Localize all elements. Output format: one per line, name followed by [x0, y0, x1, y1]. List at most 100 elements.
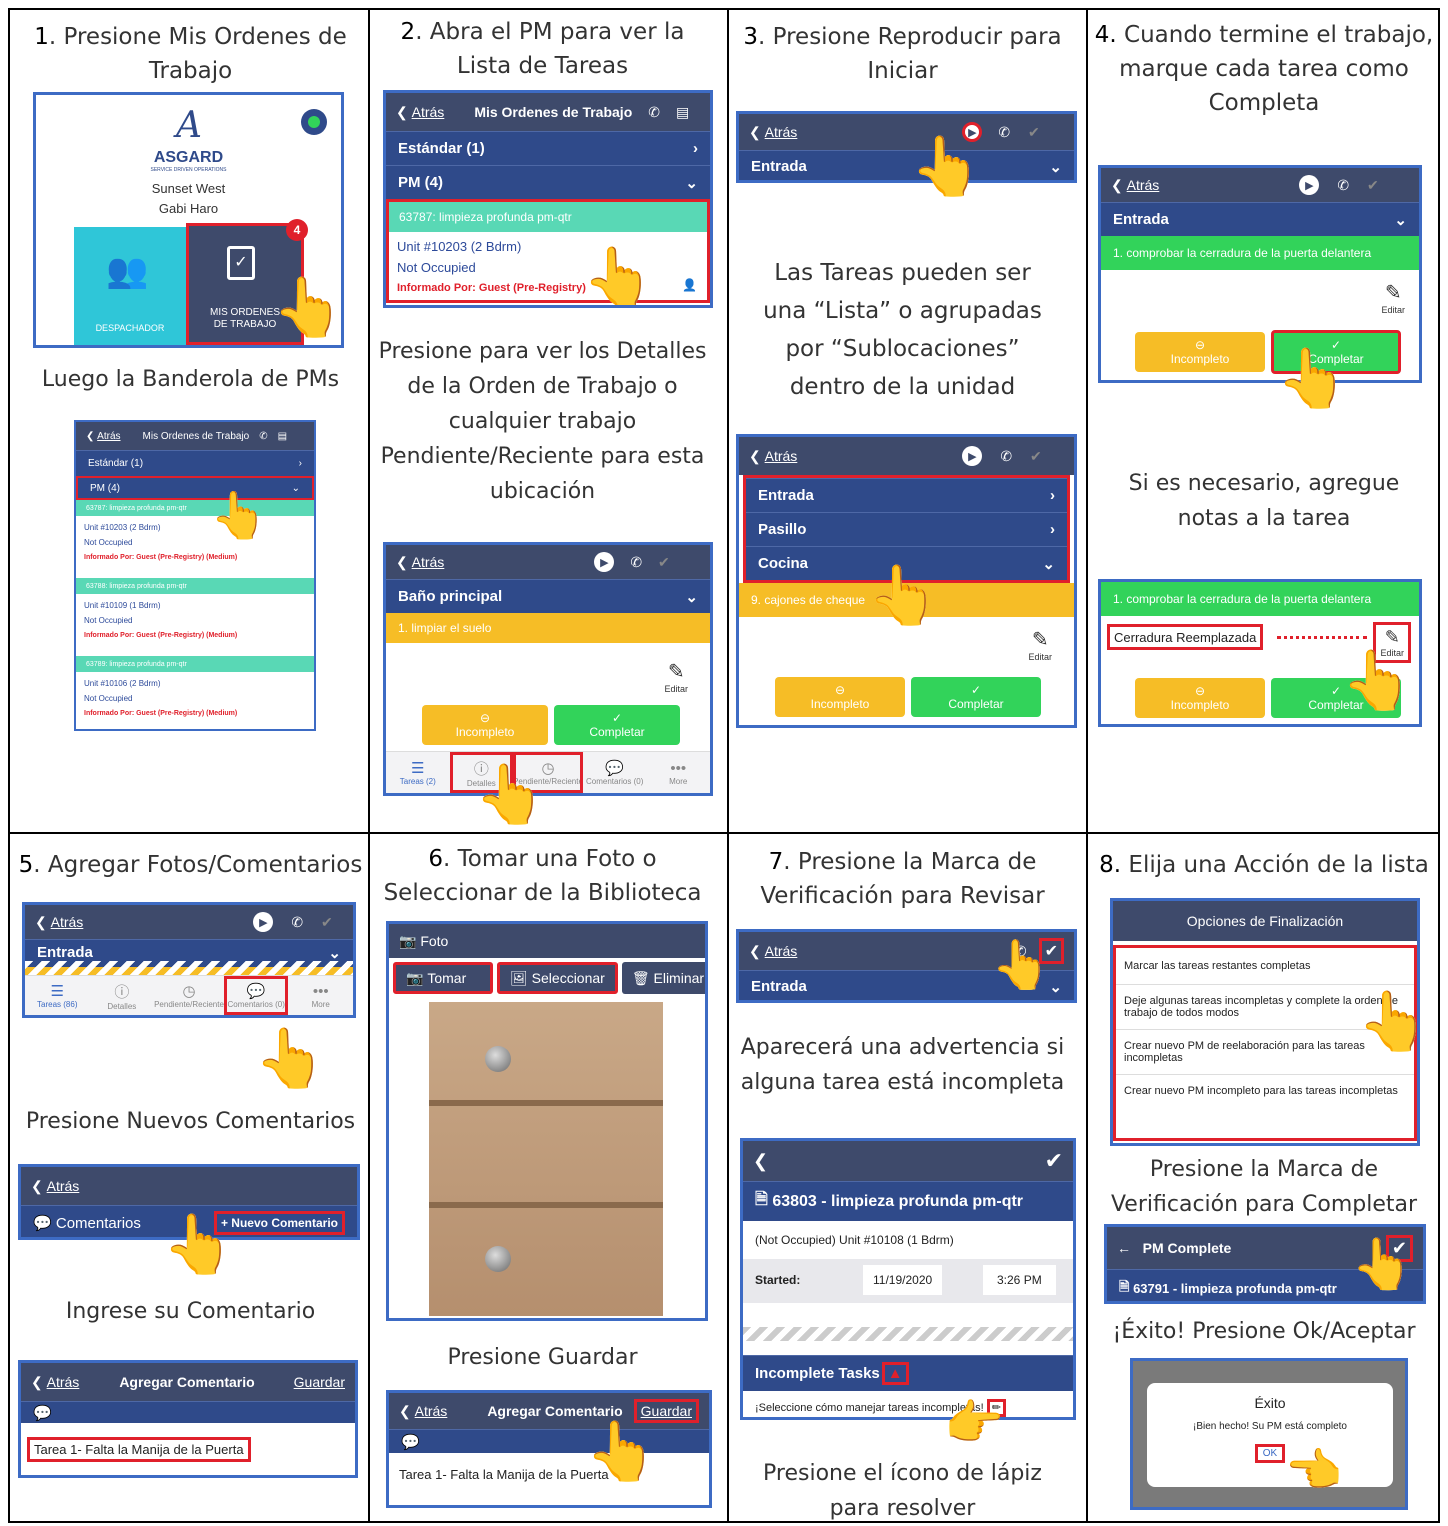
save-button[interactable]: Guardar	[294, 1374, 345, 1390]
back-chevron-icon[interactable]: ❮	[749, 124, 765, 141]
back-chevron-icon[interactable]: ❮	[86, 431, 97, 442]
phone-icon[interactable]: ✆	[998, 124, 1010, 141]
work-order-row[interactable]: 63787: limpieza profunda pm-qtr	[76, 500, 314, 516]
tab-tasks[interactable]: ☰ Tareas (2)	[386, 752, 450, 793]
select-photo-button[interactable]: 🖼 Seleccionar	[497, 962, 618, 994]
caption-8a: Presione la Marca de Verificación para Co…	[1110, 1157, 1418, 1217]
work-order-card[interactable]: Unit #10106 (2 Bdrm) Not Occupied Inform…	[76, 672, 314, 729]
phone-icon[interactable]: ✆	[1000, 448, 1012, 465]
tab-details[interactable]: ⓘ Detalles	[90, 976, 155, 1015]
work-order-row[interactable]: 63789: limpieza profunda pm-qtr	[76, 656, 314, 672]
back-chevron-icon[interactable]: ❮	[31, 1178, 47, 1195]
checkmark-icon[interactable]: ✔	[1367, 177, 1379, 194]
play-icon[interactable]: ▶	[962, 446, 983, 466]
delete-photo-button[interactable]: 🗑 Eliminar	[621, 962, 705, 994]
settings-icon[interactable]: ▤	[278, 431, 287, 442]
complete-button[interactable]: ✓ Completar	[911, 677, 1041, 717]
checkmark-icon[interactable]: ✔	[658, 554, 670, 571]
tab-comments[interactable]: 💬 Comentarios (0)	[583, 752, 647, 793]
started-date[interactable]: 11/19/2020	[863, 1265, 943, 1295]
back-chevron-icon[interactable]: ❮	[31, 1374, 47, 1391]
checkmark-icon[interactable]: ✔	[1030, 448, 1042, 465]
caption-2: Presione para ver los Detalles de la Orde…	[378, 339, 707, 504]
standard-section[interactable]: Estándar (1) ›	[386, 131, 710, 165]
pasillo-section[interactable]: Pasillo ›	[746, 512, 1067, 546]
sublocation-section[interactable]: Baño principal ⌄	[386, 579, 710, 613]
entrada-section[interactable]: Entrada ›	[746, 478, 1067, 512]
tab-tasks[interactable]: ☰ Tareas (86)	[25, 976, 90, 1015]
checkmark-icon[interactable]: ✔	[321, 914, 333, 931]
option-item[interactable]: Marcar las tareas restantes completas	[1116, 948, 1414, 985]
dispatcher-tile[interactable]: 👥 DESPACHADOR	[74, 227, 186, 345]
back-link[interactable]: Atrás	[765, 943, 798, 959]
work-order-card[interactable]: 63787: limpieza profunda pm-qtr Unit #10…	[386, 199, 710, 303]
back-chevron-icon[interactable]: ❮	[35, 914, 51, 931]
edit-button[interactable]: ✎ Editar	[664, 659, 688, 694]
edit-button[interactable]: ✎ Editar	[1028, 627, 1052, 662]
back-link[interactable]: Atrás	[412, 104, 445, 120]
back-link[interactable]: Atrás	[1127, 177, 1160, 193]
task-row[interactable]: 1. comprobar la cerradura de la puerta d…	[1101, 236, 1419, 270]
clock-icon[interactable]	[301, 109, 327, 135]
back-chevron-icon[interactable]: ❮	[749, 448, 765, 465]
back-link[interactable]: Atrás	[97, 431, 120, 442]
work-order-card[interactable]: Unit #10109 (1 Bdrm) Not Occupied Inform…	[76, 594, 314, 656]
divider	[368, 10, 370, 1521]
back-link[interactable]: Atrás	[765, 124, 798, 140]
incomplete-button[interactable]: ⊖ Incompleto	[775, 677, 905, 717]
play-icon[interactable]: ▶	[253, 912, 274, 932]
screen-title: Agregar Comentario	[119, 1374, 255, 1390]
back-chevron-icon[interactable]: ❮	[396, 554, 412, 571]
complete-button[interactable]: ✓ Completar	[554, 705, 680, 745]
checkmark-icon[interactable]: ✔	[1045, 1148, 1063, 1174]
back-link[interactable]: Atrás	[51, 914, 84, 930]
chevron-down-icon: ⌄	[1394, 211, 1407, 229]
more-icon: •••	[670, 759, 687, 777]
phone-icon[interactable]: ✆	[648, 104, 660, 121]
back-arrow-icon[interactable]: ←	[1117, 1240, 1143, 1256]
back-link[interactable]: Atrás	[765, 448, 798, 464]
tab-more[interactable]: ••• More	[646, 752, 710, 793]
play-icon[interactable]: ▶	[594, 552, 615, 572]
phone-icon[interactable]: ✆	[259, 431, 267, 442]
checkmark-icon[interactable]: ✔	[1028, 124, 1040, 141]
phone-icon[interactable]: ✆	[630, 554, 642, 571]
tab-more[interactable]: ••• More	[288, 976, 353, 1015]
ok-button[interactable]: OK	[1254, 1444, 1286, 1463]
tab-pending[interactable]: ◷ Pendiente/Reciente	[154, 976, 224, 1015]
back-chevron-icon[interactable]: ❮	[753, 1151, 768, 1172]
tab-comments[interactable]: 💬 Comentarios (0)	[223, 976, 289, 1015]
standard-section[interactable]: Estándar (1) ›	[76, 450, 314, 476]
entrada-section[interactable]: Entrada ⌄	[1101, 202, 1419, 236]
task-row[interactable]: 1. comprobar la cerradura de la puerta d…	[1101, 582, 1419, 616]
back-chevron-icon[interactable]: ❮	[396, 104, 412, 121]
settings-icon[interactable]: ▤	[676, 104, 689, 121]
work-order-card[interactable]: Unit #10203 (2 Bdrm) Not Occupied Inform…	[76, 516, 314, 578]
pm-section[interactable]: PM (4) ⌄	[76, 476, 314, 500]
caret-up-icon[interactable]: ▲	[881, 1362, 909, 1385]
entrada-section[interactable]: Entrada ⌄	[739, 150, 1074, 180]
edit-button[interactable]: ✎ Editar	[1381, 280, 1405, 315]
back-link[interactable]: Atrás	[47, 1178, 80, 1194]
comment-input[interactable]: Tarea 1- Falta la Manija de la Puerta	[389, 1453, 709, 1496]
back-link[interactable]: Atrás	[412, 554, 445, 570]
incomplete-button[interactable]: ⊖ Incompleto	[422, 705, 548, 745]
work-order-row[interactable]: 63788: limpieza profunda pm-qtr	[76, 578, 314, 594]
pm-section[interactable]: PM (4) ⌄	[386, 165, 710, 199]
task-row[interactable]: 1. limpiar el suelo	[386, 613, 710, 643]
phone-icon[interactable]: ✆	[291, 914, 303, 931]
take-photo-button[interactable]: 📷 Tomar	[393, 962, 493, 994]
back-link[interactable]: Atrás	[47, 1374, 80, 1390]
incomplete-button[interactable]: ⊖ Incompleto	[1135, 332, 1265, 372]
back-link[interactable]: Atrás	[415, 1403, 448, 1419]
back-chevron-icon[interactable]: ❮	[399, 1403, 415, 1420]
option-item[interactable]: Crear nuevo PM incompleto para las tarea…	[1116, 1075, 1414, 1107]
comment-input[interactable]: Tarea 1- Falta la Manija de la Puerta	[27, 1437, 251, 1462]
incomplete-button[interactable]: ⊖ Incompleto	[1135, 678, 1265, 718]
started-time[interactable]: 3:26 PM	[983, 1265, 1056, 1295]
play-icon[interactable]: ▶	[1299, 175, 1320, 195]
back-chevron-icon[interactable]: ❮	[1111, 177, 1127, 194]
back-chevron-icon[interactable]: ❮	[749, 943, 765, 960]
section-label: PM (4)	[398, 174, 443, 191]
phone-icon[interactable]: ✆	[1337, 177, 1349, 194]
